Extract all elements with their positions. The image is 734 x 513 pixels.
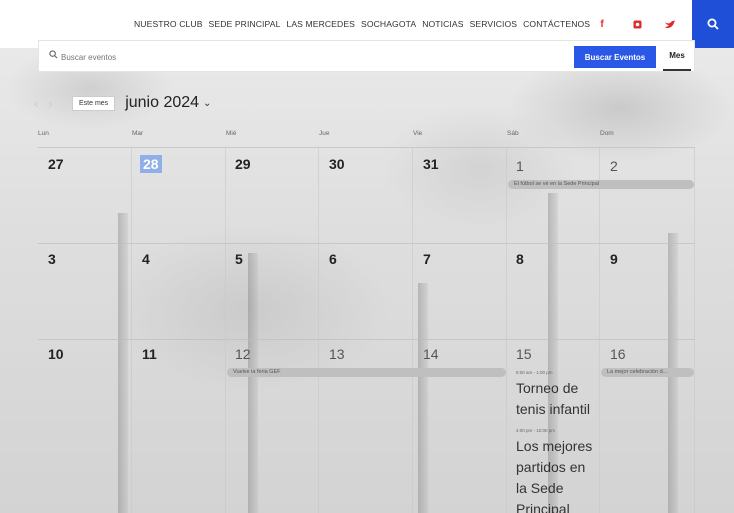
prev-month-icon[interactable]: ‹ [34,96,48,111]
weekday-label: Dom [600,130,614,137]
search-icon [707,18,719,30]
day-number[interactable]: 8 [516,251,524,267]
day-number[interactable]: 10 [48,346,64,362]
palm-trunk [118,213,128,513]
day-number[interactable]: 30 [329,156,345,172]
weekday-label: Lun [38,130,49,137]
twitter-icon[interactable] [660,11,680,37]
events-search-input[interactable] [61,47,461,67]
day-divider [694,147,695,513]
day-number[interactable]: 14 [423,346,439,362]
day-number[interactable]: 29 [235,156,251,172]
day-number[interactable]: 13 [329,346,345,362]
palm-trunk [418,283,428,513]
next-month-icon[interactable]: › [48,96,62,111]
day-divider [131,147,132,513]
instagram-icon[interactable] [627,11,647,37]
day-number[interactable]: 4 [142,251,150,267]
day-number[interactable]: 1 [516,158,524,174]
event-bar[interactable]: El fútbol se vé en la Sede Principal [508,180,694,189]
day-number[interactable]: 6 [329,251,337,267]
weekday-label: Vie [413,130,423,137]
nav-link-contactenos[interactable]: CONTÁCTENOS [523,19,590,29]
day-number[interactable]: 15 [516,346,532,362]
day-divider [225,147,226,513]
day-number-today[interactable]: 28 [140,155,162,173]
find-events-button[interactable]: Buscar Eventos [574,46,656,68]
day-number[interactable]: 9 [610,251,618,267]
week-divider [38,147,695,148]
event-time: 4:00 pm - 10:00 pm [516,428,556,433]
nav-link-servicios[interactable]: SERVICIOS [470,19,518,29]
search-icon [49,50,58,59]
event-time: 8:00 am - 1:00 pm [516,370,553,375]
twitter-glyph [665,19,675,28]
day-divider [506,147,507,513]
nav-link-noticias[interactable]: NOTICIAS [422,19,463,29]
event-bar[interactable]: La mejor celebración d... [601,368,694,377]
nav-link-sochagota[interactable]: SOCHAGOTA [361,19,416,29]
week-divider [38,339,695,340]
weekday-label: Mar [132,130,144,137]
day-number[interactable]: 16 [610,346,626,362]
day-number[interactable]: 12 [235,346,251,362]
view-tab-month[interactable]: Mes [663,49,691,71]
day-number[interactable]: 7 [423,251,431,267]
day-number[interactable]: 11 [142,346,157,362]
this-month-button[interactable]: Este mes [72,95,116,111]
palm-trunk [248,253,258,513]
nav-link-sede-principal[interactable]: SEDE PRINCIPAL [209,19,281,29]
background-photo [0,48,734,513]
nav-link-nuestro-club[interactable]: NUESTRO CLUB [134,19,203,29]
instagram-glyph [632,19,642,29]
weekday-label: Sáb [507,130,519,137]
week-divider [38,243,695,244]
nav-link-las-mercedes[interactable]: LAS MERCEDES [286,19,355,29]
day-divider [412,147,413,513]
day-divider [599,147,600,513]
weekday-label: Mié [226,130,237,137]
events-search-bar: Buscar Eventos Mes [38,40,695,72]
day-number[interactable]: 2 [610,158,618,174]
facebook-icon[interactable]: f [592,11,612,37]
weekday-label: Jue [319,130,330,137]
event-bar[interactable]: Vuelve la feria GEF [227,368,506,377]
month-picker-title[interactable]: junio 2024 [125,94,199,112]
date-navigation: ‹ › Este mes junio 2024 ⌄ [34,92,211,114]
day-number[interactable]: 5 [235,251,243,267]
day-number[interactable]: 27 [48,156,64,172]
event-title[interactable]: Los mejores partidos en la Sede Principa… [516,436,596,513]
day-divider [318,147,319,513]
event-title[interactable]: Torneo de tenis infantil [516,378,606,420]
chevron-down-icon[interactable]: ⌄ [203,98,211,109]
day-number[interactable]: 3 [48,251,56,267]
header-search-button[interactable] [692,0,734,48]
day-number[interactable]: 31 [423,156,439,172]
